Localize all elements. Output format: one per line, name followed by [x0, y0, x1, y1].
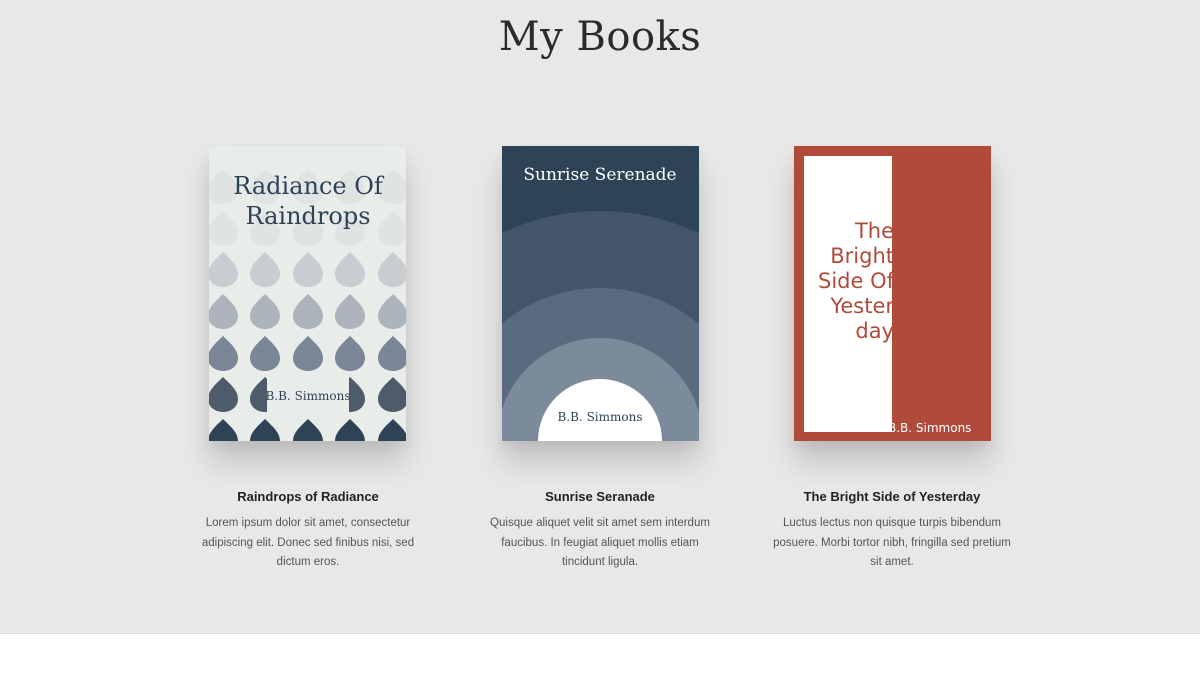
footer-area — [0, 634, 1200, 675]
book-description-sunrise: Quisque aliquet velit sit amet sem inter… — [490, 517, 710, 568]
cover-title-line-4: Yester — [829, 294, 894, 318]
book-description-raindrops: Lorem ipsum dolor sit amet, consectetur … — [201, 517, 415, 568]
cover-title: Sunrise Serenade — [523, 165, 676, 185]
cover-title-line-5: day — [855, 319, 894, 343]
book-cover-raindrops[interactable]: Radiance Of Raindrops B.B. Simmons — [209, 146, 406, 441]
book-description-bright-side: Luctus lectus non quisque turpis bibendu… — [773, 517, 1011, 568]
books-section: My Books Radiance Of Raindrops B.B. Simm… — [0, 0, 1200, 634]
book-title-sunrise[interactable]: Sunrise Seranade — [460, 489, 740, 504]
book-cover-bright-side[interactable]: The Bright Side Of Yester day B.B. Simmo… — [794, 146, 991, 441]
cover-title-line-2: Raindrops — [245, 202, 370, 230]
raindrop-pattern-art: Radiance Of Raindrops B.B. Simmons — [209, 146, 406, 441]
split-panel-art: The Bright Side Of Yester day B.B. Simmo… — [794, 146, 991, 441]
book-title-raindrops[interactable]: Raindrops of Radiance — [168, 489, 448, 504]
cover-title-line-2: Bright — [830, 244, 894, 268]
book-title-bright-side[interactable]: The Bright Side of Yesterday — [752, 489, 1032, 504]
page-title: My Books — [498, 14, 702, 60]
book-cover-sunrise[interactable]: Sunrise Serenade B.B. Simmons — [502, 146, 699, 441]
cover-title-line-1: The — [854, 219, 894, 243]
cover-author: B.B. Simmons — [265, 389, 350, 403]
sunrise-arcs-art: Sunrise Serenade B.B. Simmons — [502, 146, 699, 441]
cover-title-line-1: Radiance Of — [233, 172, 385, 200]
cover-author: B.B. Simmons — [557, 410, 642, 424]
cover-title-line-3: Side Of — [818, 269, 895, 293]
cover-author: B.B. Simmons — [888, 421, 971, 435]
